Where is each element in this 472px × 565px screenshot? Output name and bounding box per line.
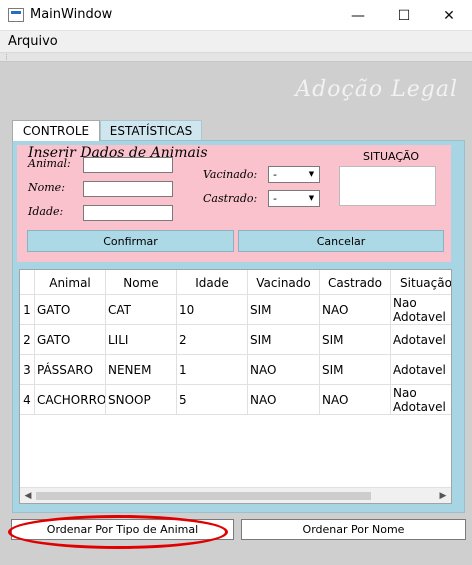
table-cell[interactable]: PÁSSARO [35, 355, 106, 385]
situacao-label: SITUAÇÃO [363, 150, 419, 163]
table-cell[interactable]: GATO [35, 325, 106, 355]
table-cell[interactable]: Adotavel [391, 355, 451, 385]
scroll-left-icon[interactable]: ◀ [20, 488, 36, 503]
table-cell[interactable]: 10 [177, 295, 248, 325]
sort-by-name-button[interactable]: Ordenar Por Nome [241, 519, 466, 540]
idade-label: Idade: [28, 205, 64, 218]
column-header[interactable]: Nome [106, 270, 177, 295]
horizontal-scrollbar[interactable]: ◀ ▶ [20, 487, 451, 503]
toolbar-grip[interactable]: ⋮ [0, 53, 472, 62]
sort-by-type-button[interactable]: Ordenar Por Tipo de Animal [11, 519, 234, 540]
corner-header [20, 270, 35, 295]
title-bar: MainWindow — ☐ ✕ [0, 0, 472, 31]
table-cell[interactable]: SIM [320, 325, 391, 355]
table-cell[interactable]: NAO [320, 295, 391, 325]
app-brand-title: Adoção Legal [295, 77, 458, 102]
table-cell[interactable]: LILI [106, 325, 177, 355]
column-header[interactable]: Castrado [320, 270, 391, 295]
row-header[interactable]: 1 [20, 295, 35, 325]
menu-arquivo[interactable]: Arquivo [8, 34, 58, 49]
animal-input[interactable] [83, 157, 173, 173]
column-header[interactable]: Idade [177, 270, 248, 295]
tab-controle[interactable]: CONTROLE [12, 120, 100, 141]
table-cell[interactable]: NAO [320, 385, 391, 415]
scrollbar-thumb[interactable] [36, 492, 371, 500]
table-cell[interactable]: NENEM [106, 355, 177, 385]
vacinado-select[interactable]: - ▼ [268, 166, 320, 183]
table-cell[interactable]: Nao Adotavel [391, 295, 451, 325]
window-title: MainWindow [30, 7, 113, 22]
table-cell[interactable]: 5 [177, 385, 248, 415]
table-cell[interactable]: Adotavel [391, 325, 451, 355]
column-header[interactable]: Animal [35, 270, 106, 295]
table-cell[interactable]: 1 [177, 355, 248, 385]
column-header[interactable]: Vacinado [248, 270, 320, 295]
table-cell[interactable]: NAO [248, 355, 320, 385]
castrado-select[interactable]: - ▼ [268, 190, 320, 207]
table-cell[interactable]: Nao Adotavel [391, 385, 451, 415]
vacinado-label: Vacinado: [203, 168, 258, 181]
table-header: Animal Nome Idade Vacinado Castrado Situ… [20, 270, 451, 295]
window-icon [8, 8, 24, 22]
column-header[interactable]: Situação [391, 270, 451, 295]
castrado-label: Castrado: [203, 192, 258, 205]
vacinado-value: - [273, 168, 277, 181]
cancel-button[interactable]: Cancelar [238, 230, 444, 252]
tab-estatisticas[interactable]: ESTATÍSTICAS [100, 120, 202, 140]
table-cell[interactable]: SIM [320, 355, 391, 385]
row-header[interactable]: 4 [20, 385, 35, 415]
row-header[interactable]: 2 [20, 325, 35, 355]
table-cell[interactable]: 2 [177, 325, 248, 355]
situacao-box [339, 166, 436, 206]
table-cell[interactable]: SIM [248, 295, 320, 325]
animals-table[interactable]: Animal Nome Idade Vacinado Castrado Situ… [19, 269, 452, 504]
chevron-down-icon: ▼ [308, 194, 315, 202]
table-cell[interactable]: SIM [248, 325, 320, 355]
table-cell[interactable]: CACHORRO [35, 385, 106, 415]
table-cell[interactable]: SNOOP [106, 385, 177, 415]
idade-input[interactable] [83, 205, 173, 221]
minimize-button[interactable]: — [335, 0, 381, 31]
animal-label: Animal: [28, 157, 71, 170]
close-button[interactable]: ✕ [426, 0, 472, 31]
chevron-down-icon: ▼ [308, 170, 315, 178]
confirm-button[interactable]: Confirmar [27, 230, 234, 252]
nome-label: Nome: [28, 181, 65, 194]
row-header[interactable]: 3 [20, 355, 35, 385]
castrado-value: - [273, 192, 277, 205]
scroll-right-icon[interactable]: ▶ [435, 488, 451, 503]
table-cell[interactable]: GATO [35, 295, 106, 325]
menu-bar: Arquivo [0, 31, 472, 53]
table-cell[interactable]: NAO [248, 385, 320, 415]
maximize-button[interactable]: ☐ [381, 0, 427, 31]
table-cell[interactable]: CAT [106, 295, 177, 325]
nome-input[interactable] [83, 181, 173, 197]
